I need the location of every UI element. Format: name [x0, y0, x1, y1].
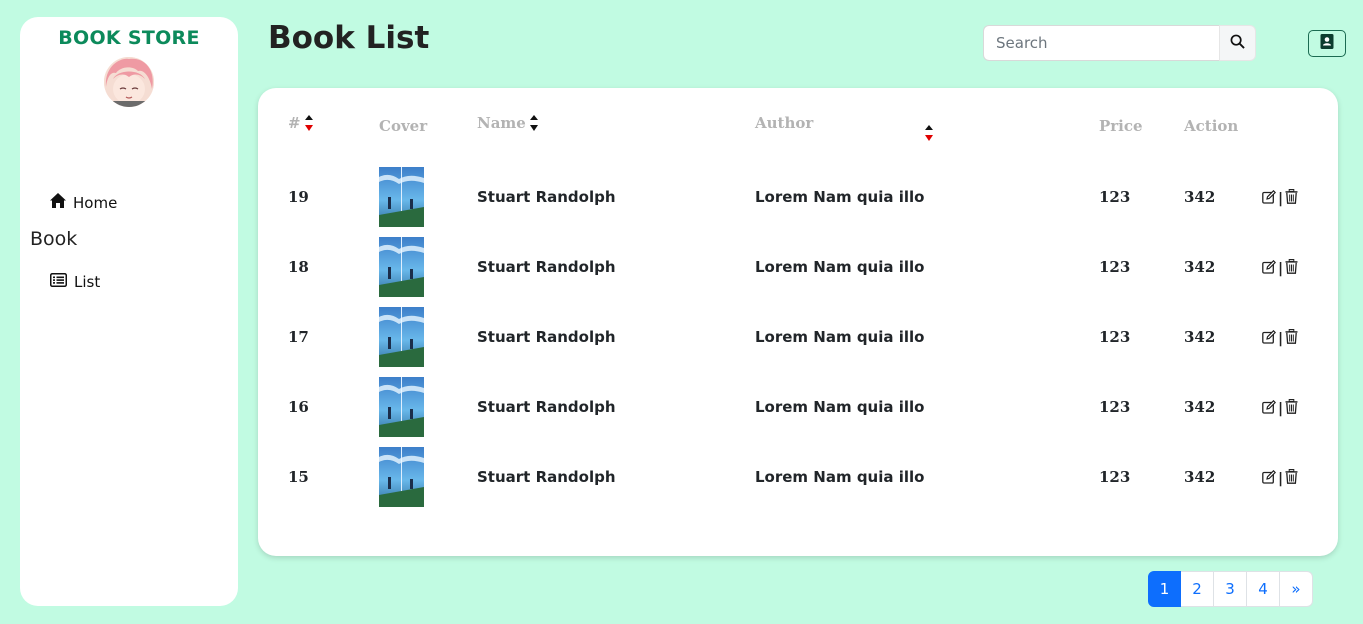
column-header-price: Price	[1099, 117, 1143, 135]
book-price: 123	[1099, 328, 1131, 346]
address-book-icon	[1320, 34, 1334, 53]
edit-icon[interactable]	[1262, 189, 1277, 208]
book-author: Lorem Nam quia illo	[755, 328, 925, 346]
edit-icon[interactable]	[1262, 399, 1277, 418]
page-2-button[interactable]: 2	[1181, 571, 1214, 607]
book-price: 123	[1099, 188, 1131, 206]
book-price: 123	[1099, 258, 1131, 276]
edit-icon[interactable]	[1262, 259, 1277, 278]
sort-icon[interactable]	[304, 114, 314, 132]
book-action-value: 342	[1184, 398, 1216, 416]
search-icon	[1230, 34, 1245, 53]
page-4-button[interactable]: 4	[1247, 571, 1280, 607]
edit-icon[interactable]	[1262, 469, 1277, 488]
column-header-id: #	[288, 114, 314, 132]
book-name: Stuart Randolph	[477, 468, 616, 486]
edit-icon[interactable]	[1262, 329, 1277, 348]
row-actions: |	[1262, 259, 1298, 278]
list-icon	[50, 273, 67, 291]
add-book-button[interactable]	[1308, 30, 1346, 57]
page-1-button[interactable]: 1	[1148, 571, 1181, 607]
book-id: 18	[288, 258, 309, 276]
sidebar: BOOK STORE Home Book List	[20, 17, 238, 606]
book-action-value: 342	[1184, 468, 1216, 486]
action-separator: |	[1278, 190, 1284, 207]
book-name: Stuart Randolph	[477, 188, 616, 206]
action-separator: |	[1278, 260, 1284, 277]
book-id: 16	[288, 398, 309, 416]
trash-icon[interactable]	[1285, 399, 1298, 418]
table-row: 17 Stuart Randolph Lorem Nam quia illo 1…	[258, 307, 1338, 367]
table-row: 16 Stuart Randolph Lorem Nam quia illo 1…	[258, 377, 1338, 437]
book-author: Lorem Nam quia illo	[755, 188, 925, 206]
book-table: # Cover Name Author Price Action 19 Stua…	[258, 88, 1338, 556]
nav-section-book: Book	[30, 228, 78, 250]
page-title: Book List	[268, 20, 430, 56]
book-action-value: 342	[1184, 328, 1216, 346]
table-row: 15 Stuart Randolph Lorem Nam quia illo 1…	[258, 447, 1338, 507]
pagination: 1 2 3 4 »	[1148, 571, 1313, 607]
book-cover	[379, 307, 424, 367]
book-id: 17	[288, 328, 309, 346]
book-action-value: 342	[1184, 258, 1216, 276]
action-separator: |	[1278, 400, 1284, 417]
column-header-name: Name	[477, 114, 539, 132]
book-name: Stuart Randolph	[477, 328, 616, 346]
book-name: Stuart Randolph	[477, 398, 616, 416]
row-actions: |	[1262, 399, 1298, 418]
book-author: Lorem Nam quia illo	[755, 468, 925, 486]
book-price: 123	[1099, 468, 1131, 486]
row-actions: |	[1262, 329, 1298, 348]
sort-icon[interactable]	[924, 124, 934, 142]
next-page-button[interactable]: »	[1280, 571, 1313, 607]
book-cover	[379, 167, 424, 227]
book-id: 15	[288, 468, 309, 486]
column-header-author: Author	[755, 114, 814, 132]
action-separator: |	[1278, 330, 1284, 347]
nav-list-label: List	[74, 273, 101, 291]
book-cover	[379, 237, 424, 297]
trash-icon[interactable]	[1285, 329, 1298, 348]
row-actions: |	[1262, 189, 1298, 208]
search-bar	[983, 25, 1256, 61]
book-cover	[379, 377, 424, 437]
nav-item-home[interactable]: Home	[50, 193, 117, 212]
home-icon	[50, 193, 66, 212]
brand-title: BOOK STORE	[58, 27, 200, 49]
book-name: Stuart Randolph	[477, 258, 616, 276]
page-3-button[interactable]: 3	[1214, 571, 1247, 607]
action-separator: |	[1278, 470, 1284, 487]
book-action-value: 342	[1184, 188, 1216, 206]
search-button[interactable]	[1219, 25, 1256, 61]
row-actions: |	[1262, 469, 1298, 488]
nav-item-list[interactable]: List	[50, 273, 100, 291]
nav-home-label: Home	[73, 193, 118, 212]
table-row: 18 Stuart Randolph Lorem Nam quia illo 1…	[258, 237, 1338, 297]
book-price: 123	[1099, 398, 1131, 416]
trash-icon[interactable]	[1285, 189, 1298, 208]
search-input[interactable]	[983, 25, 1219, 61]
column-header-action: Action	[1184, 117, 1239, 135]
sort-icon[interactable]	[529, 114, 539, 132]
column-header-cover: Cover	[379, 117, 428, 135]
book-author: Lorem Nam quia illo	[755, 398, 925, 416]
book-cover	[379, 447, 424, 507]
avatar	[104, 57, 154, 107]
table-row: 19 Stuart Randolph Lorem Nam quia illo 1…	[258, 167, 1338, 227]
book-id: 19	[288, 188, 309, 206]
trash-icon[interactable]	[1285, 259, 1298, 278]
book-author: Lorem Nam quia illo	[755, 258, 925, 276]
trash-icon[interactable]	[1285, 469, 1298, 488]
